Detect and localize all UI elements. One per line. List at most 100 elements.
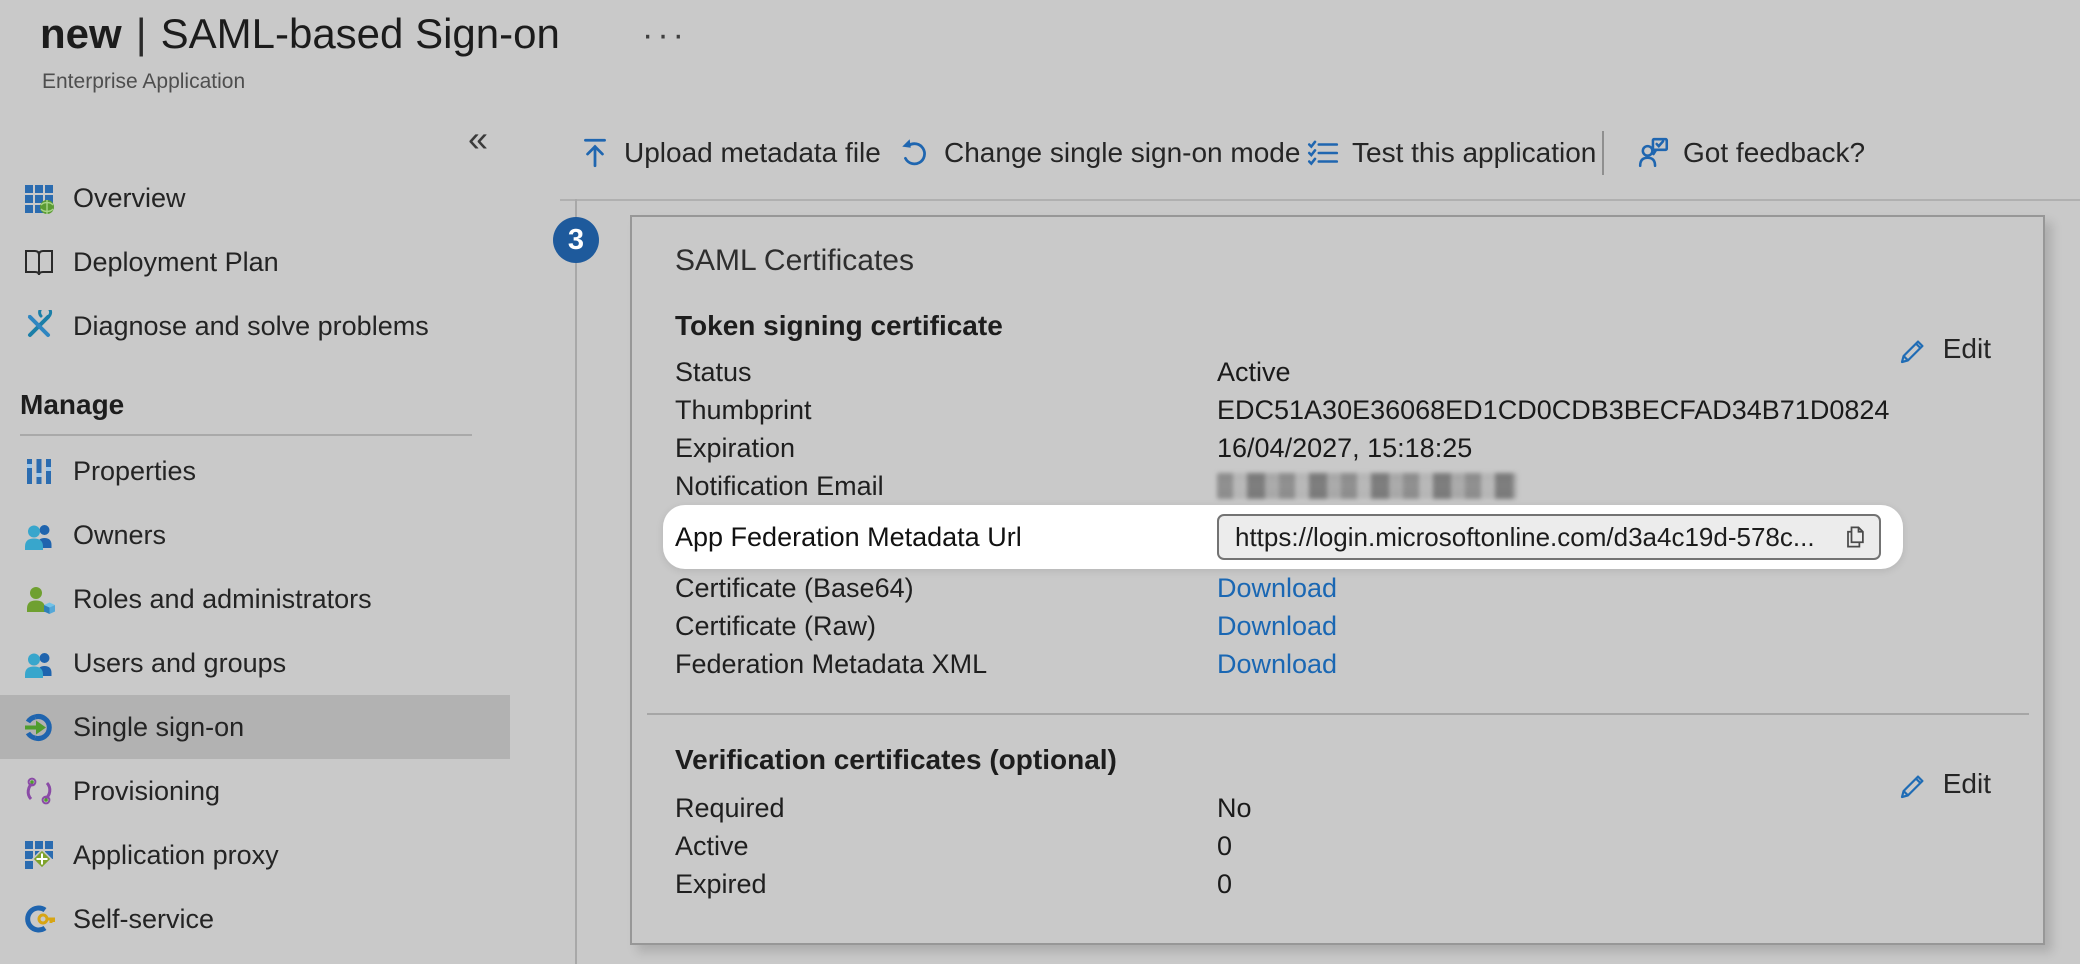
edit-pencil-icon — [1897, 333, 1929, 365]
token-signing-rows: Status Active Thumbprint EDC51A30E36068E… — [675, 353, 1998, 683]
feedback-icon — [1637, 136, 1671, 170]
sidebar-item-label: Application proxy — [73, 840, 279, 871]
row-value: 0 — [1217, 869, 1232, 900]
sidebar-item-deployment-plan[interactable]: Deployment Plan — [0, 230, 510, 294]
row-label: Status — [675, 357, 1217, 388]
row-label: Notification Email — [675, 471, 1217, 502]
token-signing-heading: Token signing certificate — [675, 307, 1998, 345]
sidebar-section-manage: Manage — [20, 383, 124, 427]
sidebar-item-diagnose[interactable]: Diagnose and solve problems — [0, 294, 510, 358]
sidebar-item-single-sign-on[interactable]: Single sign-on — [0, 695, 510, 759]
row-label: Expiration — [675, 433, 1217, 464]
sidebar-item-label: Overview — [73, 183, 186, 214]
table-row-active-count: Active 0 — [675, 827, 1998, 865]
users-groups-icon — [22, 646, 56, 680]
sidebar-item-properties[interactable]: Properties — [0, 439, 510, 503]
row-value: 0 — [1217, 831, 1232, 862]
metadata-url-input[interactable] — [1217, 514, 1881, 560]
edit-verification-certificates-button[interactable]: Edit — [1897, 764, 1991, 804]
sidebar-item-label: Diagnose and solve problems — [73, 311, 429, 342]
card-section-divider — [647, 713, 2029, 715]
sidebar-item-label: Roles and administrators — [73, 584, 372, 615]
sidebar-divider — [20, 434, 472, 436]
change-sso-mode-button[interactable]: Change single sign-on mode — [898, 130, 1300, 176]
row-value: Active — [1217, 357, 1291, 388]
self-service-icon — [22, 902, 56, 936]
edit-pencil-icon — [1897, 768, 1929, 800]
sidebar-item-users-groups[interactable]: Users and groups — [0, 631, 510, 695]
row-label: Thumbprint — [675, 395, 1217, 426]
edit-token-certificate-button[interactable]: Edit — [1897, 329, 1991, 369]
sidebar-item-roles[interactable]: Roles and administrators — [0, 567, 510, 631]
edit-button-label: Edit — [1943, 333, 1991, 365]
saml-certificates-card: SAML Certificates Token signing certific… — [630, 215, 2045, 945]
download-xml-link[interactable]: Download — [1217, 649, 1337, 680]
overview-icon — [22, 181, 56, 215]
sidebar-collapse-button[interactable]: « — [468, 118, 488, 160]
edit-button-label: Edit — [1943, 768, 1991, 800]
row-value: EDC51A30E36068ED1CD0CDB3BECFAD34B71D0824 — [1217, 395, 1889, 426]
sidebar: « Overview Deployment Plan — [0, 0, 510, 964]
table-row-expiration: Expiration 16/04/2027, 15:18:25 — [675, 429, 1998, 467]
sidebar-item-label: Users and groups — [73, 648, 286, 679]
single-sign-on-icon — [22, 710, 56, 744]
sidebar-item-overview[interactable]: Overview — [0, 166, 510, 230]
table-row-cert-raw: Certificate (Raw) Download — [675, 607, 1998, 645]
metadata-url-field-wrap — [1217, 514, 1881, 560]
sidebar-item-label: Properties — [73, 456, 196, 487]
diagnose-icon — [22, 309, 56, 343]
download-raw-link[interactable]: Download — [1217, 611, 1337, 642]
row-label: Active — [675, 831, 1217, 862]
upload-metadata-button[interactable]: Upload metadata file — [578, 130, 881, 176]
step-3-badge: 3 — [553, 217, 599, 263]
row-label: Required — [675, 793, 1217, 824]
sidebar-item-self-service[interactable]: Self-service — [0, 887, 510, 951]
card-title: SAML Certificates — [675, 241, 1998, 281]
sidebar-item-label: Self-service — [73, 904, 214, 935]
sidebar-group-manage: Properties Owners Roles and administrato… — [0, 439, 510, 951]
owners-icon — [22, 518, 56, 552]
row-value: 16/04/2027, 15:18:25 — [1217, 433, 1472, 464]
row-label: Federation Metadata XML — [675, 649, 1217, 680]
table-row-cert-base64: Certificate (Base64) Download — [675, 569, 1998, 607]
download-base64-link[interactable]: Download — [1217, 573, 1337, 604]
row-label: Certificate (Raw) — [675, 611, 1217, 642]
row-value: No — [1217, 793, 1252, 824]
verification-heading: Verification certificates (optional) — [675, 741, 1998, 779]
test-application-icon — [1306, 136, 1340, 170]
table-row-thumbprint: Thumbprint EDC51A30E36068ED1CD0CDB3BECFA… — [675, 391, 1998, 429]
redacted-email-value — [1217, 473, 1517, 499]
table-row-expired-count: Expired 0 — [675, 865, 1998, 903]
toolbar-item-label: Got feedback? — [1683, 137, 1865, 169]
toolbar-item-label: Test this application — [1352, 137, 1596, 169]
sidebar-item-provisioning[interactable]: Provisioning — [0, 759, 510, 823]
table-row-required: Required No — [675, 789, 1998, 827]
toolbar-divider — [560, 199, 2080, 201]
copy-icon[interactable] — [1839, 521, 1871, 553]
row-label: App Federation Metadata Url — [675, 522, 1217, 553]
verification-rows: Required No Active 0 Expired 0 — [675, 789, 1998, 903]
provisioning-icon — [22, 774, 56, 808]
upload-icon — [578, 136, 612, 170]
toolbar-item-label: Change single sign-on mode — [944, 137, 1300, 169]
step-timeline — [575, 199, 577, 964]
application-proxy-icon — [22, 838, 56, 872]
sidebar-item-owners[interactable]: Owners — [0, 503, 510, 567]
roles-icon — [22, 582, 56, 616]
table-row-status: Status Active — [675, 353, 1998, 391]
row-label: Certificate (Base64) — [675, 573, 1217, 604]
row-label: Expired — [675, 869, 1217, 900]
properties-icon — [22, 454, 56, 488]
app-federation-metadata-url-row: App Federation Metadata Url — [675, 505, 1998, 569]
toolbar-item-label: Upload metadata file — [624, 137, 881, 169]
deployment-plan-icon — [22, 245, 56, 279]
sidebar-group-general: Overview Deployment Plan Diagnose and so… — [0, 166, 510, 358]
change-sso-mode-icon — [898, 136, 932, 170]
sidebar-item-label: Single sign-on — [73, 712, 244, 743]
test-application-button[interactable]: Test this application — [1306, 130, 1596, 176]
more-menu-button[interactable]: ··· — [642, 16, 688, 55]
feedback-button[interactable]: Got feedback? — [1637, 130, 1865, 176]
toolbar-separator — [1602, 131, 1604, 175]
table-row-federation-metadata-xml: Federation Metadata XML Download — [675, 645, 1998, 683]
sidebar-item-application-proxy[interactable]: Application proxy — [0, 823, 510, 887]
